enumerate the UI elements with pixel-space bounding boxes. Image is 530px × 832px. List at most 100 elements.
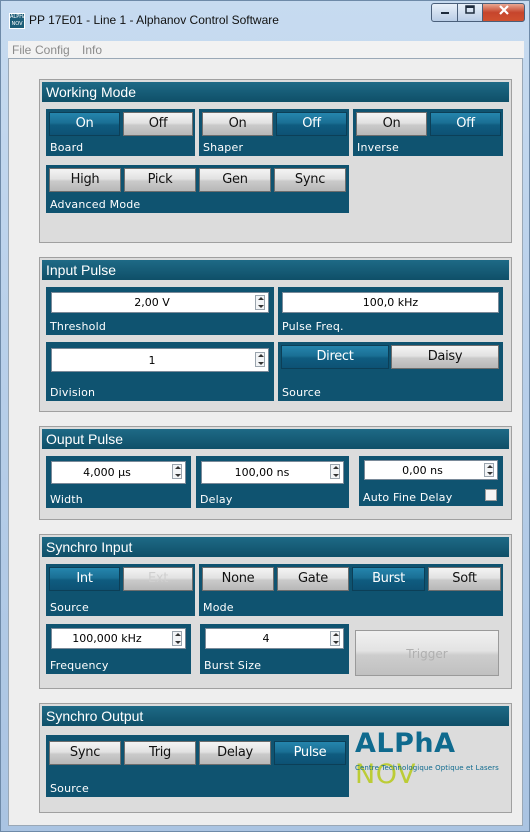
output-sync-button[interactable]: Sync <box>49 741 121 765</box>
frequency-group: 100,000 kHz Frequency <box>46 624 191 674</box>
division-spinner[interactable] <box>255 352 265 367</box>
sync-mode-label: Mode <box>203 601 234 614</box>
pulse-freq-value: 100,0 kHz <box>362 296 419 309</box>
mode-soft-button[interactable]: Soft <box>428 567 501 591</box>
maximize-button[interactable] <box>457 3 483 22</box>
output-source-group: Sync Trig Delay Pulse Source <box>46 735 349 797</box>
output-pulse-header: Ouput Pulse <box>42 429 509 449</box>
input-source-group: Direct Daisy Source <box>278 342 503 401</box>
delay-value: 100,00 ns <box>234 466 290 479</box>
width-label: Width <box>50 493 83 506</box>
window-title: PP 17E01 - Line 1 - Alphanov Control Sof… <box>29 13 279 27</box>
shaper-group: On Off Shaper <box>199 109 349 156</box>
frequency-field[interactable]: 100,000 kHz <box>51 628 186 649</box>
burst-size-label: Burst Size <box>204 659 262 672</box>
input-pulse-header: Input Pulse <box>42 260 509 280</box>
board-group: On Off Board <box>46 109 195 156</box>
frequency-value: 100,000 kHz <box>72 632 142 645</box>
logo-alpha: ALPhA <box>355 728 456 759</box>
minimize-icon <box>440 12 449 14</box>
delay-group: 100,00 ns Delay <box>196 456 349 508</box>
threshold-field[interactable]: 2,00 V <box>51 292 269 313</box>
minimize-button[interactable] <box>431 3 458 22</box>
logo-tagline: Centre Technologique Optique et Lasers <box>355 764 499 772</box>
advanced-gen-button[interactable]: Gen <box>199 168 271 192</box>
board-on-button[interactable]: On <box>49 112 120 136</box>
close-button[interactable] <box>482 3 525 22</box>
menu-file[interactable]: File <box>12 43 31 57</box>
width-spinner[interactable] <box>172 464 182 479</box>
synchro-output-header: Synchro Output <box>42 706 509 726</box>
auto-fine-delay-label: Auto Fine Delay <box>363 491 453 504</box>
working-mode-section: Working Mode On Off Board On Off Shaper … <box>39 79 512 243</box>
fine-delay-value: 0,00 ns <box>402 464 443 477</box>
trigger-button[interactable]: Trigger <box>355 630 499 676</box>
division-group: 1 Division <box>46 342 274 401</box>
title-bar[interactable]: ALPHA NOV PP 17E01 - Line 1 - Alphanov C… <box>1 1 529 41</box>
inverse-group: On Off Inverse <box>353 109 503 156</box>
division-label: Division <box>50 386 96 399</box>
delay-field[interactable]: 100,00 ns <box>201 461 344 484</box>
alphanov-logo: ALPhA NOV <box>355 728 511 790</box>
mode-burst-button[interactable]: Burst <box>352 567 425 591</box>
advanced-pick-button[interactable]: Pick <box>124 168 196 192</box>
shaper-off-button[interactable]: Off <box>276 112 347 136</box>
fine-delay-group: 0,00 ns Auto Fine Delay <box>359 456 503 506</box>
auto-fine-delay-checkbox[interactable] <box>485 489 497 501</box>
synchro-output-section: Synchro Output Sync Trig Delay Pulse Sou… <box>39 703 512 813</box>
application-window: ALPHA NOV PP 17E01 - Line 1 - Alphanov C… <box>0 0 530 832</box>
maximize-icon <box>465 5 475 14</box>
output-pulse-button[interactable]: Pulse <box>274 741 346 765</box>
pulse-freq-group: 100,0 kHz Pulse Freq. <box>278 287 503 335</box>
threshold-group: 2,00 V Threshold <box>46 287 274 335</box>
frequency-spinner[interactable] <box>172 631 182 646</box>
division-value: 1 <box>148 354 156 367</box>
delay-label: Delay <box>200 493 233 506</box>
output-delay-button[interactable]: Delay <box>199 741 271 765</box>
output-trig-button[interactable]: Trig <box>124 741 196 765</box>
board-label: Board <box>50 141 84 154</box>
menu-config[interactable]: Config <box>35 43 70 57</box>
output-pulse-section: Ouput Pulse 4,000 µs Width 100,00 ns Del… <box>39 426 512 520</box>
advanced-sync-button[interactable]: Sync <box>274 168 346 192</box>
board-off-button[interactable]: Off <box>123 112 193 136</box>
frequency-label: Frequency <box>50 659 109 672</box>
advanced-high-button[interactable]: High <box>49 168 121 192</box>
threshold-value: 2,00 V <box>134 296 170 309</box>
threshold-label: Threshold <box>50 320 107 333</box>
burst-size-spinner[interactable] <box>330 631 340 646</box>
working-mode-header: Working Mode <box>42 82 509 102</box>
advanced-mode-group: High Pick Gen Sync Advanced Mode <box>46 165 349 213</box>
sync-mode-group: None Gate Burst Soft Mode <box>199 564 503 616</box>
pulse-freq-field[interactable]: 100,0 kHz <box>282 292 499 313</box>
delay-spinner[interactable] <box>330 464 340 479</box>
synchro-input-header: Synchro Input <box>42 537 509 557</box>
close-icon <box>498 5 509 15</box>
mode-none-button[interactable]: None <box>202 567 274 591</box>
burst-size-field[interactable]: 4 <box>205 628 344 649</box>
output-source-label: Source <box>50 782 89 795</box>
inverse-on-button[interactable]: On <box>356 112 427 136</box>
sync-ext-button[interactable]: Ext <box>123 567 193 591</box>
sync-source-group: Int Ext Source <box>46 564 195 616</box>
inverse-off-button[interactable]: Off <box>430 112 501 136</box>
mode-gate-button[interactable]: Gate <box>277 567 349 591</box>
sync-int-button[interactable]: Int <box>49 567 120 591</box>
width-field[interactable]: 4,000 µs <box>51 461 186 484</box>
width-group: 4,000 µs Width <box>46 456 191 508</box>
division-field[interactable]: 1 <box>51 348 269 372</box>
pulse-freq-label: Pulse Freq. <box>282 320 344 333</box>
burst-size-value: 4 <box>262 632 270 645</box>
inverse-label: Inverse <box>357 141 399 154</box>
menu-bar: File Config Info <box>8 41 524 58</box>
source-daisy-button[interactable]: Daisy <box>391 345 499 369</box>
sync-source-label: Source <box>50 601 89 614</box>
fine-delay-field[interactable]: 0,00 ns <box>364 460 498 480</box>
advanced-mode-label: Advanced Mode <box>50 198 141 211</box>
menu-info[interactable]: Info <box>82 43 102 57</box>
threshold-spinner[interactable] <box>255 295 265 310</box>
fine-delay-spinner[interactable] <box>484 463 494 477</box>
synchro-input-section: Synchro Input Int Ext Source None Gate B… <box>39 534 512 689</box>
shaper-on-button[interactable]: On <box>202 112 273 136</box>
source-direct-button[interactable]: Direct <box>281 345 389 369</box>
